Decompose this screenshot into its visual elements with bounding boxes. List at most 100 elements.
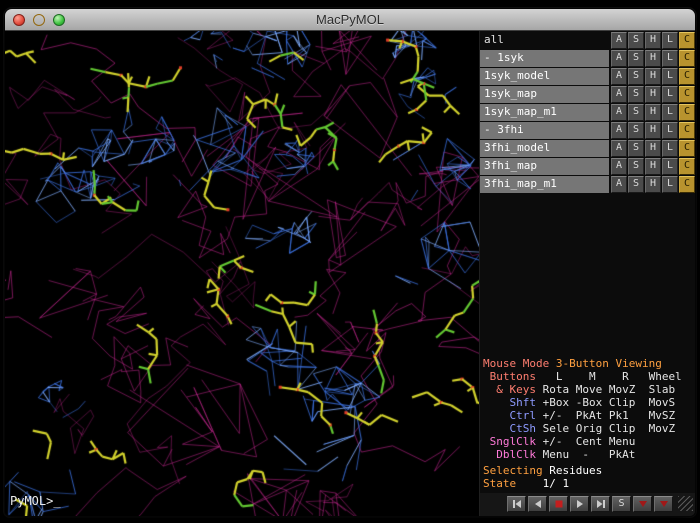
object-h-button[interactable]: H: [645, 140, 661, 157]
object-c-button[interactable]: C: [679, 32, 695, 49]
object-a-button[interactable]: A: [611, 176, 627, 193]
object-l-button[interactable]: L: [662, 140, 678, 157]
object-l-button[interactable]: L: [662, 50, 678, 67]
step-back-button[interactable]: [528, 496, 547, 512]
object-l-button[interactable]: L: [662, 104, 678, 121]
object-s-button[interactable]: S: [628, 122, 644, 139]
mouse-panel-line: Selecting Residues: [483, 464, 682, 477]
object-c-button[interactable]: C: [679, 50, 695, 67]
object-h-button[interactable]: H: [645, 86, 661, 103]
mouse-panel-text: State: [483, 477, 523, 490]
mouse-panel-text: +Box -Box Clip MovS: [543, 396, 675, 409]
object-a-button[interactable]: A: [611, 50, 627, 67]
object-h-button[interactable]: H: [645, 176, 661, 193]
object-l-button[interactable]: L: [662, 122, 678, 139]
object-a-button[interactable]: A: [611, 122, 627, 139]
skip-to-start-icon: [512, 500, 522, 508]
mouse-panel-line: Ctrl +/- PkAt Pk1 MvSZ: [483, 409, 682, 422]
object-c-button[interactable]: C: [679, 68, 695, 85]
skip-to-end-icon: [596, 500, 606, 508]
object-h-button[interactable]: H: [645, 68, 661, 85]
minimize-button[interactable]: [33, 14, 45, 26]
mouse-panel-text: Selecting: [483, 464, 549, 477]
title-bar[interactable]: MacPyMOL: [5, 9, 695, 31]
object-name[interactable]: 1syk_model: [480, 68, 609, 85]
object-name[interactable]: 3fhi_model: [480, 140, 609, 157]
mouse-panel-line: Shft +Box -Box Clip MovS: [483, 396, 682, 409]
object-s-button[interactable]: S: [628, 176, 644, 193]
play-button[interactable]: [570, 496, 589, 512]
object-c-button[interactable]: C: [679, 158, 695, 175]
object-a-button[interactable]: A: [611, 158, 627, 175]
object-l-button[interactable]: L: [662, 86, 678, 103]
skip-to-start-button[interactable]: [507, 496, 526, 512]
scene-button[interactable]: S: [612, 496, 631, 512]
mouse-panel-text: +/- PkAt Pk1 MvSZ: [543, 409, 675, 422]
mouse-panel-line: State 1/ 1: [483, 477, 682, 490]
object-row: 1syk_mapASHLC: [480, 86, 695, 103]
app-window: MacPyMOL PyMOL>_ allASHLC- 1sykASHLC1syk…: [4, 8, 696, 517]
object-s-button[interactable]: S: [628, 86, 644, 103]
object-row: 3fhi_map_m1ASHLC: [480, 176, 695, 193]
object-name[interactable]: 3fhi_map_m1: [480, 176, 609, 193]
object-s-button[interactable]: S: [628, 32, 644, 49]
object-a-button[interactable]: A: [611, 86, 627, 103]
object-h-button[interactable]: H: [645, 50, 661, 67]
object-h-button[interactable]: H: [645, 104, 661, 121]
mouse-panel-line: Mouse Mode 3-Button Viewing: [483, 357, 682, 370]
object-s-button[interactable]: S: [628, 50, 644, 67]
object-c-button[interactable]: C: [679, 122, 695, 139]
viewport-canvas[interactable]: [5, 31, 479, 516]
mouse-panel-text: Buttons: [483, 370, 543, 383]
menu-down-icon: [659, 500, 669, 508]
close-button[interactable]: [13, 14, 25, 26]
mouse-panel-text: 1/ 1: [523, 477, 569, 490]
object-l-button[interactable]: L: [662, 176, 678, 193]
object-name[interactable]: 1syk_map_m1: [480, 104, 609, 121]
mouse-panel-text: L M R Wheel: [543, 370, 682, 383]
object-s-button[interactable]: S: [628, 68, 644, 85]
command-prompt[interactable]: PyMOL>_: [10, 494, 61, 508]
object-c-button[interactable]: C: [679, 86, 695, 103]
object-c-button[interactable]: C: [679, 140, 695, 157]
object-l-button[interactable]: L: [662, 68, 678, 85]
mouse-panel-text: Menu - PkAt: [543, 448, 636, 461]
object-s-button[interactable]: S: [628, 104, 644, 121]
stop-button[interactable]: [549, 496, 568, 512]
mouse-panel-line: SnglClk +/- Cent Menu: [483, 435, 682, 448]
object-c-button[interactable]: C: [679, 176, 695, 193]
object-name[interactable]: 1syk_map: [480, 86, 609, 103]
frame-menu-button[interactable]: [654, 496, 673, 512]
mouse-panel-text: +/- Cent Menu: [543, 435, 636, 448]
mouse-panel-text: Mouse Mode: [483, 357, 556, 370]
zoom-button[interactable]: [53, 14, 65, 26]
object-h-button[interactable]: H: [645, 158, 661, 175]
resize-grip[interactable]: [678, 496, 693, 511]
object-l-button[interactable]: L: [662, 158, 678, 175]
object-s-button[interactable]: S: [628, 140, 644, 157]
object-h-button[interactable]: H: [645, 122, 661, 139]
object-a-button[interactable]: A: [611, 140, 627, 157]
object-a-button[interactable]: A: [611, 104, 627, 121]
mouse-panel-line: CtSh Sele Orig Clip MovZ: [483, 422, 682, 435]
skip-to-end-button[interactable]: [591, 496, 610, 512]
object-h-button[interactable]: H: [645, 32, 661, 49]
object-name[interactable]: 3fhi_map: [480, 158, 609, 175]
object-row: allASHLC: [480, 32, 695, 49]
molecule-viewport: PyMOL>_: [5, 31, 479, 516]
menu-down-icon: [638, 500, 648, 508]
object-c-button[interactable]: C: [679, 104, 695, 121]
mouse-panel-line: Buttons L M R Wheel: [483, 370, 682, 383]
object-name[interactable]: - 1syk: [480, 50, 609, 67]
mouse-panel-text: 3-Button Viewing: [556, 357, 662, 370]
object-name[interactable]: - 3fhi: [480, 122, 609, 139]
object-l-button[interactable]: L: [662, 32, 678, 49]
object-a-button[interactable]: A: [611, 32, 627, 49]
object-row: 3fhi_modelASHLC: [480, 140, 695, 157]
object-name[interactable]: all: [480, 32, 609, 49]
object-s-button[interactable]: S: [628, 158, 644, 175]
object-row: 1syk_map_m1ASHLC: [480, 104, 695, 121]
scene-menu-button[interactable]: [633, 496, 652, 512]
object-row: - 3fhiASHLC: [480, 122, 695, 139]
object-a-button[interactable]: A: [611, 68, 627, 85]
